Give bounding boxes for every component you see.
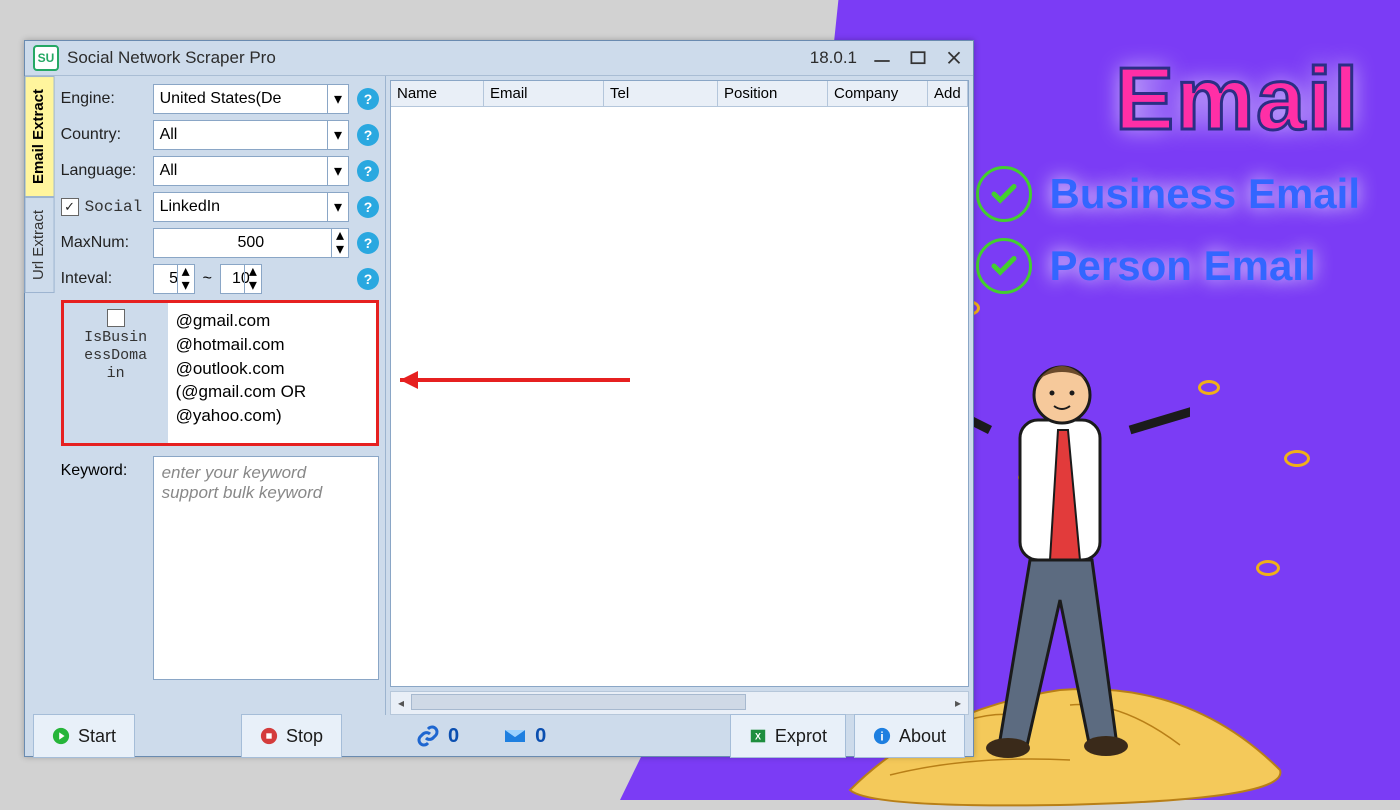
language-label: Language: [61,162,153,180]
stop-label: Stop [286,726,323,747]
mail-icon [503,724,527,748]
stop-icon [260,727,278,745]
chevron-down-icon: ▾ [327,121,348,149]
link-icon [416,724,440,748]
column-header[interactable]: Add [928,81,968,107]
spinner-arrows-icon[interactable]: ▴▾ [244,265,261,293]
language-value: All [160,162,178,180]
horizontal-scrollbar[interactable]: ◂ ▸ [390,691,969,715]
country-label: Country: [61,126,153,144]
check-icon [976,166,1032,222]
scroll-right-icon[interactable]: ▸ [948,696,968,710]
scroll-track[interactable] [411,692,948,714]
interval-from-input[interactable]: 5 ▴▾ [153,264,195,294]
close-button[interactable] [943,50,965,66]
promo-panel: Email Business Email Person Email [976,48,1360,310]
export-button[interactable]: X Exprot [730,714,846,758]
app-icon: SU [33,45,59,71]
help-icon[interactable]: ? [357,268,379,290]
maxnum-value: 500 [237,234,264,251]
email-count-value: 0 [535,725,546,748]
social-value: LinkedIn [160,198,221,216]
about-button[interactable]: i About [854,714,965,758]
keyword-textarea[interactable]: enter your keyword support bulk keyword [153,456,379,680]
tab-email-extract[interactable]: Email Extract [25,76,55,197]
coin-icon [1198,380,1220,395]
engine-select[interactable]: United States(De ▾ [153,84,349,114]
excel-icon: X [749,727,767,745]
export-label: Exprot [775,726,827,747]
promo-line-1: Business Email [1050,170,1360,218]
chevron-down-icon: ▾ [327,157,348,185]
coin-icon [1284,450,1310,467]
stop-button[interactable]: Stop [241,714,342,758]
window-version: 18.0.1 [810,48,857,68]
interval-label: Inteval: [61,270,153,288]
scroll-thumb[interactable] [411,694,746,710]
svg-text:i: i [880,731,883,744]
app-window: SU Social Network Scraper Pro 18.0.1 Ema… [24,40,974,757]
start-button[interactable]: Start [33,714,135,758]
column-header[interactable]: Position [718,81,828,107]
column-header[interactable]: Name [391,81,484,107]
interval-to-input[interactable]: 10 ▴▾ [220,264,262,294]
side-tabs: Email Extract Url Extract [25,76,55,715]
grid-header-row: NameEmailTelPositionCompanyAdd [391,81,968,107]
spinner-arrows-icon[interactable]: ▴▾ [177,265,194,293]
chevron-down-icon: ▾ [327,85,348,113]
coin-icon [1256,560,1280,576]
help-icon[interactable]: ? [357,124,379,146]
social-select[interactable]: LinkedIn ▾ [153,192,349,222]
column-header[interactable]: Company [828,81,928,107]
minimize-button[interactable] [871,50,893,66]
keyword-label: Keyword: [61,456,153,680]
settings-pane: Engine: United States(De ▾ ? Country: Al… [55,76,385,715]
start-label: Start [78,726,116,747]
engine-label: Engine: [61,90,153,108]
window-title: Social Network Scraper Pro [67,48,810,68]
country-select[interactable]: All ▾ [153,120,349,150]
info-icon: i [873,727,891,745]
titlebar[interactable]: SU Social Network Scraper Pro 18.0.1 [25,41,973,76]
interval-separator: ~ [203,270,212,288]
help-icon[interactable]: ? [357,88,379,110]
business-domain-textarea[interactable]: @gmail.com @hotmail.com @outlook.com (@g… [168,303,376,443]
chevron-down-icon: ▾ [327,193,348,221]
maxnum-label: MaxNum: [61,234,153,252]
play-icon [52,727,70,745]
column-header[interactable]: Email [484,81,604,107]
link-count-value: 0 [448,725,459,748]
promo-line-2: Person Email [1050,242,1316,290]
spinner-arrows-icon[interactable]: ▴▾ [331,229,348,257]
results-grid[interactable]: NameEmailTelPositionCompanyAdd [390,80,969,687]
help-icon[interactable]: ? [357,196,379,218]
business-domain-checkbox[interactable] [107,309,125,327]
check-icon [976,238,1032,294]
scroll-left-icon[interactable]: ◂ [391,696,411,710]
language-select[interactable]: All ▾ [153,156,349,186]
about-label: About [899,726,946,747]
svg-text:X: X [755,732,761,742]
tab-url-extract[interactable]: Url Extract [25,197,55,293]
social-checkbox[interactable]: ✓ [61,198,79,216]
results-pane: NameEmailTelPositionCompanyAdd ◂ ▸ [385,76,973,715]
business-domain-label: IsBusinessDomain [68,329,164,383]
promo-title: Email [976,48,1360,150]
email-count: 0 [485,724,564,748]
link-count: 0 [398,724,477,748]
social-label: Social [85,198,143,216]
engine-value: United States(De [160,90,282,108]
column-header[interactable]: Tel [604,81,718,107]
help-icon[interactable]: ? [357,160,379,182]
business-domain-box: IsBusinessDomain @gmail.com @hotmail.com… [61,300,379,446]
maximize-button[interactable] [907,50,929,66]
maxnum-input[interactable]: 500 ▴▾ [153,228,349,258]
help-icon[interactable]: ? [357,232,379,254]
bottom-toolbar: Start Stop 0 0 X Exprot i About [25,715,973,757]
country-value: All [160,126,178,144]
